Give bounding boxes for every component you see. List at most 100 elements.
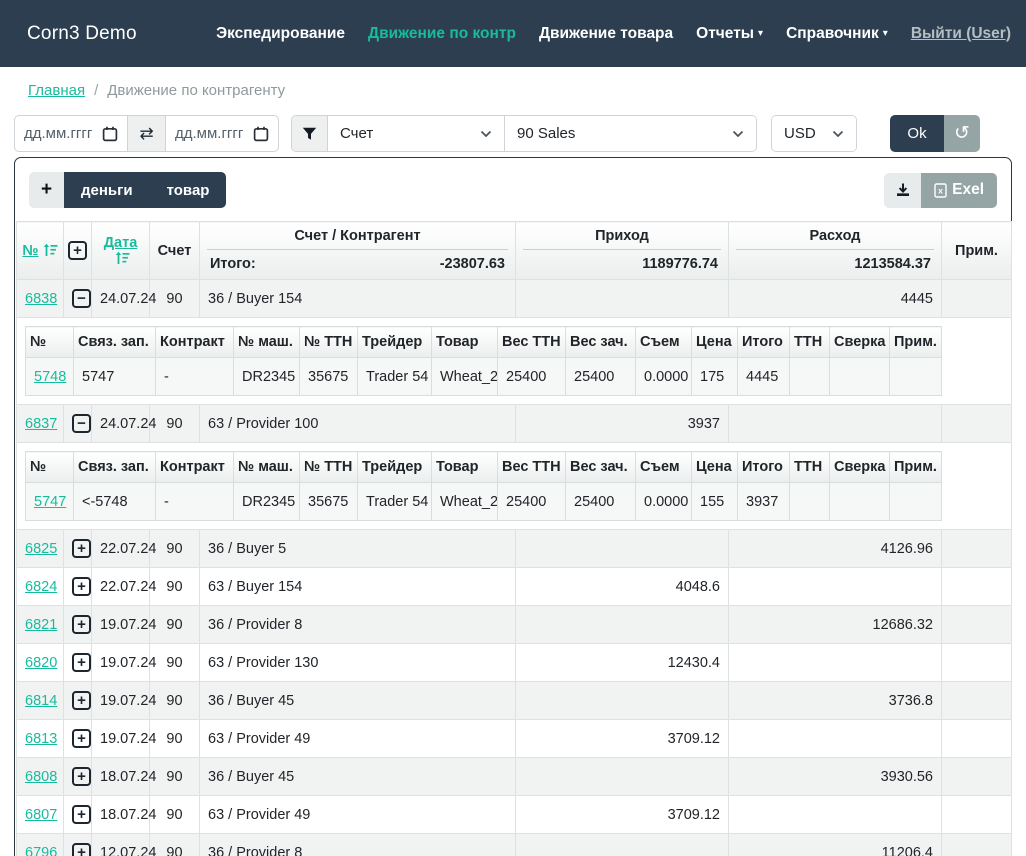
subtable-header: Цена [692,327,738,358]
subtable-cell: 25400 [498,483,566,521]
row-id-cell: 6813 [17,720,64,758]
subtable-header: Вес ТТН [498,452,566,483]
row-link[interactable]: 6821 [25,617,57,633]
row-link[interactable]: 6796 [25,845,57,856]
income-cell: 3709.12 [516,720,729,758]
sort-icon[interactable] [115,251,130,265]
table-row: 6813+19.07.249063 / Provider 493709.12 [17,720,1012,758]
row-link[interactable]: 6820 [25,655,57,671]
sales-select[interactable]: 90 Sales [505,116,756,151]
goods-tab-button[interactable]: товар [150,172,227,208]
currency-select[interactable]: USD [772,116,856,151]
date-cell: 18.07.24 [92,758,150,796]
subtable-header: № маш. [234,327,300,358]
nav-item-goods-movement[interactable]: Движение товара [539,25,673,43]
totals-expense: 1213584.37 [854,256,931,272]
app-brand: Corn3 Demo [27,23,137,45]
expand-all-column-header: + [64,222,92,280]
expand-row-toggle[interactable]: + [72,767,91,786]
row-link[interactable]: 6813 [25,731,57,747]
table-row: 6808+18.07.249036 / Buyer 453930.56 [17,758,1012,796]
subrow-link[interactable]: 5747 [34,494,66,510]
note-cell [942,796,1012,834]
subtable-cell [830,358,890,396]
expand-row-toggle[interactable]: + [72,539,91,558]
subtable-header: Трейдер [358,327,432,358]
subtable-cell: 175 [692,358,738,396]
calendar-icon [253,126,269,142]
nav-item-reports-dropdown[interactable]: Отчеты▾ [696,25,763,43]
row-link[interactable]: 6807 [25,807,57,823]
counterparty-column-header: Счет / Контрагент Итого: -23807.63 [200,222,516,280]
subtable-header: Связ. зап. [74,452,156,483]
row-id-cell: 6821 [17,606,64,644]
logout-link[interactable]: Выйти (User) [911,25,1011,43]
sales-select-value: 90 Sales [517,125,575,142]
row-link[interactable]: 6837 [25,416,57,432]
expand-row-toggle[interactable]: + [72,653,91,672]
ok-button[interactable]: Ok [890,115,944,152]
subrow-link[interactable]: 5748 [34,369,66,385]
expand-all-toggle[interactable]: + [68,241,87,260]
row-link[interactable]: 6825 [25,541,57,557]
expense-cell [729,720,942,758]
collapse-row-toggle[interactable]: − [72,289,91,308]
income-group-label: Приход [523,224,721,250]
nav-item-directory-label: Справочник [786,25,879,42]
subtable-cell [890,483,942,521]
row-link[interactable]: 6808 [25,769,57,785]
account-select[interactable]: Счет [328,116,505,151]
row-link[interactable]: 6824 [25,579,57,595]
subtable-cell: DR2345 [234,358,300,396]
chevron-down-icon [732,130,744,138]
subtable-row: №Связ. зап.Контракт№ маш.№ ТТНТрейдерТов… [17,443,1012,530]
breadcrumb-home-link[interactable]: Главная [28,82,85,99]
collapse-row-toggle[interactable]: − [72,414,91,433]
sort-icon[interactable] [43,243,58,257]
expand-row-toggle[interactable]: + [72,843,91,856]
nav-item-directory-dropdown[interactable]: Справочник ▾ [786,25,888,43]
note-cell [942,405,1012,443]
add-button[interactable]: + [29,172,64,208]
expand-row-toggle[interactable]: + [72,691,91,710]
date-to-input[interactable]: дд.мм.гггг [166,116,278,151]
download-button[interactable] [884,173,921,208]
row-link[interactable]: 6838 [25,291,57,307]
expand-row-toggle[interactable]: + [72,577,91,596]
nav-item-expedition[interactable]: Экспедирование [216,25,345,43]
reset-button[interactable]: ↺ [944,115,980,152]
subtable-cell: Wheat_2 [432,483,498,521]
date-cell: 19.07.24 [92,644,150,682]
subtable: №Связ. зап.Контракт№ маш.№ ТТНТрейдерТов… [25,326,942,396]
money-tab-button[interactable]: деньги [64,172,150,208]
counterparty-cell: 36 / Buyer 5 [200,530,516,568]
expand-row-toggle[interactable]: + [72,805,91,824]
swap-dates-button[interactable]: ⇄ [127,116,166,151]
date-from-input[interactable]: дд.мм.гггг [15,116,127,151]
expand-row-toggle[interactable]: + [72,729,91,748]
expand-row-toggle[interactable]: + [72,615,91,634]
row-link[interactable]: 6814 [25,693,57,709]
caret-down-icon: ▾ [883,28,888,39]
filter-funnel-button[interactable] [292,116,328,151]
download-icon [895,182,911,198]
expense-cell [729,644,942,682]
sort-by-num-link[interactable]: № [22,243,38,259]
row-id-cell: 6807 [17,796,64,834]
table-row: 6807+18.07.249063 / Provider 493709.12 [17,796,1012,834]
subtable-data-row: 5747<-5748-DR234535675Trader 54Wheat_225… [26,483,942,521]
table-row: 6820+19.07.249063 / Provider 13012430.4 [17,644,1012,682]
sort-by-date-link[interactable]: Дата [104,235,138,251]
expand-cell: + [64,530,92,568]
income-cell [516,834,729,856]
totals-balance: -23807.63 [440,256,505,272]
subtable-data-row: 57485747-DR234535675Trader 54Wheat_22540… [26,358,942,396]
nav-item-contractor-movement[interactable]: Движение по контр [368,25,516,43]
expense-cell: 12686.32 [729,606,942,644]
expand-cell: − [64,405,92,443]
excel-export-button[interactable]: x Exel [921,173,997,208]
subtable-header: № [26,327,74,358]
account-cell: 90 [150,796,200,834]
date-cell: 12.07.24 [92,834,150,856]
subtable-cell: Trader 54 [358,483,432,521]
